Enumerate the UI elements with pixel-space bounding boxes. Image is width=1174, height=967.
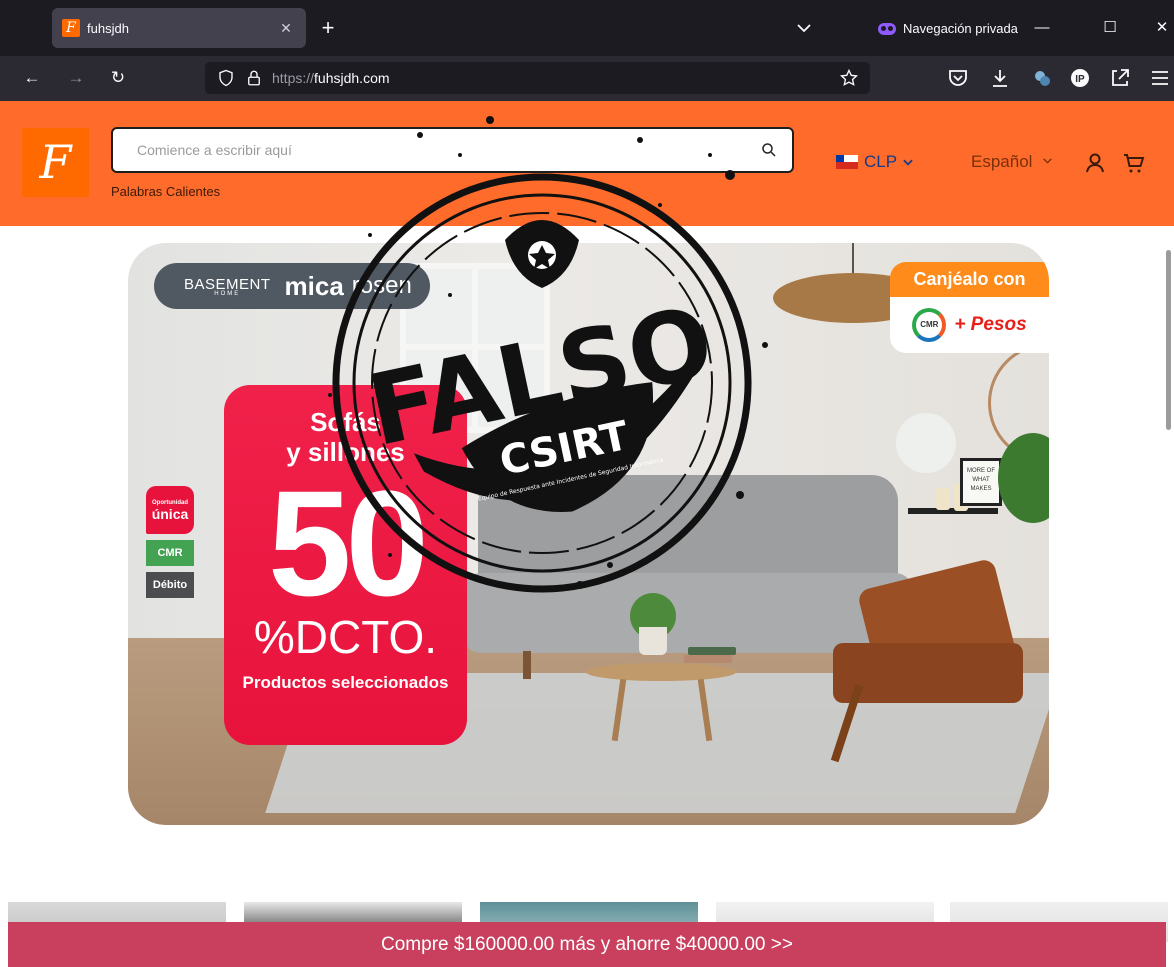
- ip-extension-icon[interactable]: IP: [1068, 66, 1092, 90]
- language-label: Español: [971, 152, 1033, 171]
- language-selector[interactable]: Español: [971, 152, 1054, 172]
- armchair-seat: [833, 643, 1023, 703]
- tracking-shield-icon[interactable]: [217, 69, 235, 87]
- cart-icon[interactable]: [1122, 151, 1146, 175]
- grey-sofa-seat: [463, 573, 913, 653]
- browser-tab-strip: F fuhsjdh ✕ + Navegación privada — ☐ ✕: [0, 0, 1174, 56]
- extension-icon[interactable]: [1030, 66, 1054, 90]
- search-box[interactable]: [111, 127, 794, 173]
- book: [688, 647, 736, 655]
- side-shelf: [908, 508, 998, 514]
- browser-nav-bar: ← → ↻ https://fuhsjdh.com IP: [0, 56, 1174, 101]
- site-header: F Palabras Calientes CLP Español: [0, 101, 1174, 226]
- tab-title: fuhsjdh: [87, 20, 129, 36]
- pesos-label: + Pesos: [954, 314, 1027, 335]
- promo-dcto-label: %DCTO.: [253, 611, 438, 663]
- site-favicon-icon: F: [62, 19, 80, 37]
- svg-text:IP: IP: [1075, 74, 1085, 85]
- currency-selector[interactable]: CLP: [836, 152, 915, 172]
- bookmark-star-icon[interactable]: [839, 68, 859, 88]
- private-browsing-indicator: Navegación privada: [878, 21, 1018, 36]
- debito-badge: Débito: [146, 572, 194, 598]
- close-window-button[interactable]: ✕: [1150, 14, 1174, 42]
- address-bar[interactable]: https://fuhsjdh.com: [205, 62, 870, 94]
- plant-pot: [639, 627, 667, 655]
- currency-label: CLP: [864, 152, 898, 171]
- promo-footer: Productos seleccionados: [242, 673, 449, 692]
- search-icon[interactable]: [760, 141, 778, 159]
- close-tab-icon[interactable]: ✕: [276, 20, 296, 37]
- page-scrollbar[interactable]: [1166, 250, 1171, 430]
- maximize-window-button[interactable]: ☐: [1098, 14, 1122, 42]
- list-tabs-chevron-icon[interactable]: [792, 16, 816, 40]
- hero-banner[interactable]: MORE OF WHAT MAKES BASEMENT HOME mica ro…: [128, 243, 1049, 825]
- spend-and-save-promo-bar[interactable]: Compre $160000.00 más y ahorre $40000.00…: [8, 922, 1166, 967]
- share-icon[interactable]: [1108, 66, 1132, 90]
- downloads-icon[interactable]: [988, 66, 1012, 90]
- brand-basement: BASEMENT HOME: [184, 275, 271, 297]
- sofa-leg: [523, 651, 531, 679]
- chevron-down-icon: [1043, 158, 1052, 164]
- minimize-window-button[interactable]: —: [1030, 14, 1054, 42]
- discount-promo-card[interactable]: Sofás y sillones 50 %DCTO. Productos sel…: [224, 385, 467, 745]
- chile-flag-icon: [836, 155, 858, 169]
- coffee-table-top: [586, 663, 736, 681]
- tall-plant: [998, 433, 1049, 523]
- brand-rosen: rosen: [351, 272, 412, 299]
- search-input[interactable]: [137, 142, 737, 158]
- white-flowers: [896, 413, 956, 473]
- site-logo[interactable]: F: [22, 128, 89, 197]
- forward-button[interactable]: →: [62, 64, 90, 92]
- new-tab-button[interactable]: +: [316, 16, 340, 40]
- private-browsing-label: Navegación privada: [903, 21, 1018, 36]
- candle: [936, 488, 950, 510]
- url-text[interactable]: https://fuhsjdh.com: [272, 70, 390, 86]
- canjealo-badge: Canjéalo con CMR + Pesos: [890, 262, 1049, 353]
- cmr-puntos-logo: CMR: [912, 308, 947, 342]
- book: [684, 655, 732, 663]
- chevron-down-icon: [903, 159, 913, 166]
- canjealo-label: Canjéalo con: [890, 262, 1049, 297]
- cmr-badge: CMR: [146, 540, 194, 566]
- lock-icon[interactable]: [245, 69, 263, 87]
- back-button[interactable]: ←: [18, 64, 46, 92]
- menu-hamburger-icon[interactable]: [1148, 66, 1172, 90]
- account-icon[interactable]: [1083, 151, 1107, 175]
- promo-percentage: 50: [268, 459, 429, 627]
- reload-button[interactable]: ↻: [104, 64, 132, 92]
- private-mask-icon: [878, 22, 896, 35]
- pocket-icon[interactable]: [946, 66, 970, 90]
- lamp-wire: [852, 243, 854, 277]
- payment-badges: Oportunidad única CMR Débito: [146, 486, 196, 598]
- browser-tab[interactable]: F fuhsjdh ✕: [52, 8, 306, 48]
- oportunidad-unica-badge: Oportunidad única: [146, 486, 194, 534]
- hot-words-link[interactable]: Palabras Calientes: [111, 184, 220, 199]
- promo-headline: Sofás y sillones: [286, 407, 405, 467]
- brand-mica: mica: [284, 270, 344, 301]
- decor-picture-frame: MORE OF WHAT MAKES: [960, 458, 1002, 506]
- brand-logos: BASEMENT HOME mica rosen: [154, 263, 430, 309]
